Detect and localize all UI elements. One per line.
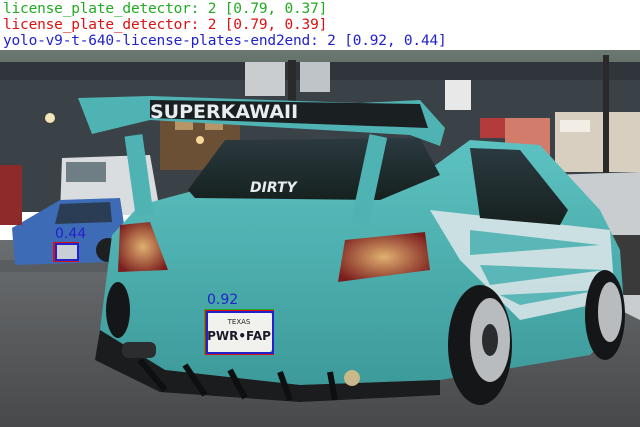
spoiler-text: SUPERKAWAII [150, 101, 298, 123]
detection-box-blue-main [206, 311, 274, 354]
detection-legend: license_plate_detector: 2 [0.79, 0.37] l… [0, 0, 640, 50]
car-photo: DIRTY SUPERKAWAII TEXAS PWR•FAP [0, 50, 640, 427]
rear-window [188, 138, 440, 200]
detection-score-main: 0.92 [207, 292, 239, 308]
pole [603, 55, 609, 180]
exhaust [122, 342, 156, 358]
legend-line-blue: yolo-v9-t-640-license-plates-end2end: 2 … [3, 33, 447, 49]
rear-left-wheel [106, 282, 130, 338]
detection-score-left: 0.44 [55, 226, 87, 242]
detection-box-blue-left [55, 243, 79, 261]
legend-line-green: license_plate_detector: 2 [0.79, 0.37] [3, 1, 328, 17]
legend-line-red: license_plate_detector: 2 [0.79, 0.39] [3, 17, 328, 33]
windshield-sticker: DIRTY [250, 180, 299, 196]
